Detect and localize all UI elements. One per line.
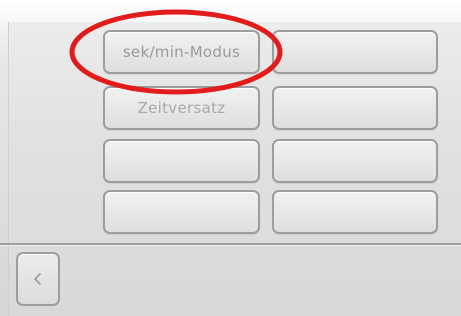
chevron-left-icon [32, 272, 44, 286]
top-band [0, 0, 461, 24]
menu-button-zeitversatz[interactable]: Zeitversatz [103, 86, 260, 130]
menu-button-empty-right-3[interactable] [272, 139, 438, 183]
menu-button-empty-right-2[interactable] [272, 86, 438, 130]
back-button[interactable] [16, 252, 60, 306]
menu-button-empty-left-3[interactable] [103, 139, 260, 183]
menu-button-label: Zeitversatz [137, 99, 226, 117]
menu-button-label: sek/min-Modus [122, 43, 241, 61]
menu-button-empty-right-1[interactable] [272, 30, 438, 74]
footer-divider [0, 243, 461, 245]
menu-button-empty-right-4[interactable] [272, 190, 438, 234]
touchscreen-display: sek/min-Modus Zeitversatz [0, 0, 461, 316]
menu-button-empty-left-4[interactable] [103, 190, 260, 234]
menu-button-sek-min-modus[interactable]: sek/min-Modus [103, 30, 260, 74]
